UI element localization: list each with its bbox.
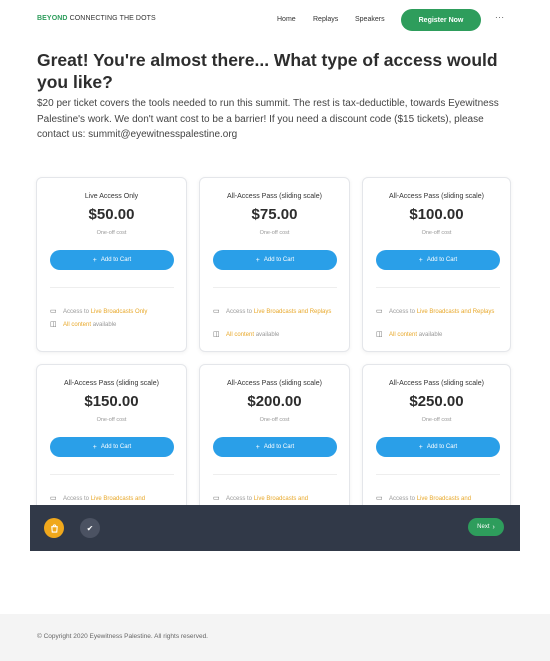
ticket-card: Live Access Only $50.00 One-off cost + Ad… [36, 177, 187, 352]
monitor-icon: ▭ [50, 308, 57, 315]
ticket-cost-type: One-off cost [421, 417, 452, 423]
feature-content: ◫ All content available [213, 331, 280, 338]
cart-icon-svg [50, 523, 58, 533]
monitor-icon: ▭ [50, 495, 57, 502]
feature-access: ▭ Access to Live Broadcasts and [376, 495, 472, 502]
site-header: BEYOND CONNECTING THE DOTS Home Replays … [0, 0, 550, 40]
add-to-cart-button[interactable]: + Add to Cart [50, 250, 174, 270]
feature-access: ▭ Access to Live Broadcasts and [213, 495, 309, 502]
add-to-cart-button[interactable]: + Add to Cart [376, 437, 500, 457]
content-icon: ◫ [50, 321, 57, 328]
add-to-cart-button[interactable]: + Add to Cart [50, 437, 174, 457]
ticket-name: All-Access Pass (sliding scale) [389, 380, 484, 387]
check-icon[interactable]: ✔ [80, 518, 100, 538]
ticket-name: All-Access Pass (sliding scale) [227, 380, 322, 387]
ticket-price: $200.00 [247, 393, 302, 410]
feature-access: ▭ Access to Live Broadcasts Only [50, 308, 148, 315]
plus-icon: + [92, 256, 97, 264]
copyright-text: © Copyright 2020 Eyewitness Palestine. A… [37, 633, 208, 640]
ticket-cost-type: One-off cost [259, 417, 290, 423]
monitor-icon: ▭ [213, 308, 220, 315]
ticket-cost-type: One-off cost [259, 230, 290, 236]
plus-icon: + [255, 443, 260, 451]
plus-icon: + [418, 256, 423, 264]
feature-content: ◫ All content available [50, 321, 117, 328]
ticket-card: All-Access Pass (sliding scale) $75.00 O… [199, 177, 350, 352]
plus-icon: + [418, 443, 423, 451]
feature-access: ▭ Access to Live Broadcasts and Replays [213, 308, 332, 315]
ticket-price: $250.00 [409, 393, 464, 410]
ticket-name: All-Access Pass (sliding scale) [64, 380, 159, 387]
monitor-icon: ▭ [376, 308, 383, 315]
nav-replays[interactable]: Replays [313, 16, 338, 23]
ticket-card: All-Access Pass (sliding scale) $250.00 … [362, 364, 511, 514]
site-logo[interactable]: BEYOND CONNECTING THE DOTS [37, 15, 156, 22]
divider [213, 474, 337, 475]
ticket-name: All-Access Pass (sliding scale) [227, 193, 322, 200]
next-button[interactable]: Next › [468, 518, 504, 536]
feature-access: ▭ Access to Live Broadcasts and Replays [376, 308, 495, 315]
ticket-cost-type: One-off cost [96, 417, 127, 423]
ticket-name: Live Access Only [84, 193, 139, 200]
ticket-price: $75.00 [251, 206, 298, 223]
feature-access: ▭ Access to Live Broadcasts and [50, 495, 146, 502]
page-title: Great! You're almost there... What type … [37, 50, 498, 92]
divider [50, 474, 174, 475]
ticket-card: All-Access Pass (sliding scale) $150.00 … [36, 364, 187, 514]
nav-speakers[interactable]: Speakers [355, 16, 385, 23]
ticket-cost-type: One-off cost [96, 230, 127, 236]
ticket-card: All-Access Pass (sliding scale) $200.00 … [199, 364, 350, 514]
ticket-price: $50.00 [88, 206, 135, 223]
ticket-price: $100.00 [409, 206, 464, 223]
ticket-price: $150.00 [84, 393, 139, 410]
ticket-cost-type: One-off cost [421, 230, 452, 236]
feature-content: ◫ All content available [376, 331, 443, 338]
nav-home[interactable]: Home [277, 16, 296, 23]
ticket-card: All-Access Pass (sliding scale) $100.00 … [362, 177, 511, 352]
more-menu-icon[interactable]: ··· [495, 13, 505, 22]
chevron-right-icon: › [492, 523, 495, 531]
intro-text: $20 per ticket covers the tools needed t… [37, 98, 499, 140]
divider [376, 287, 500, 288]
add-to-cart-button[interactable]: + Add to Cart [213, 437, 337, 457]
monitor-icon: ▭ [213, 495, 220, 502]
register-now-button[interactable]: Register Now [401, 9, 481, 31]
content-icon: ◫ [376, 331, 383, 338]
cart-icon[interactable] [44, 518, 64, 538]
add-to-cart-button[interactable]: + Add to Cart [213, 250, 337, 270]
content-icon: ◫ [213, 331, 220, 338]
plus-icon: + [255, 256, 260, 264]
checkout-bar: ✔ Next › [30, 505, 520, 551]
divider [50, 287, 174, 288]
divider [376, 474, 500, 475]
monitor-icon: ▭ [376, 495, 383, 502]
logo-tagline: CONNECTING THE DOTS [67, 15, 156, 22]
plus-icon: + [92, 443, 97, 451]
ticket-name: All-Access Pass (sliding scale) [389, 193, 484, 200]
divider [213, 287, 337, 288]
site-footer: © Copyright 2020 Eyewitness Palestine. A… [0, 614, 550, 661]
logo-brand: BEYOND [37, 15, 68, 22]
add-to-cart-button[interactable]: + Add to Cart [376, 250, 500, 270]
